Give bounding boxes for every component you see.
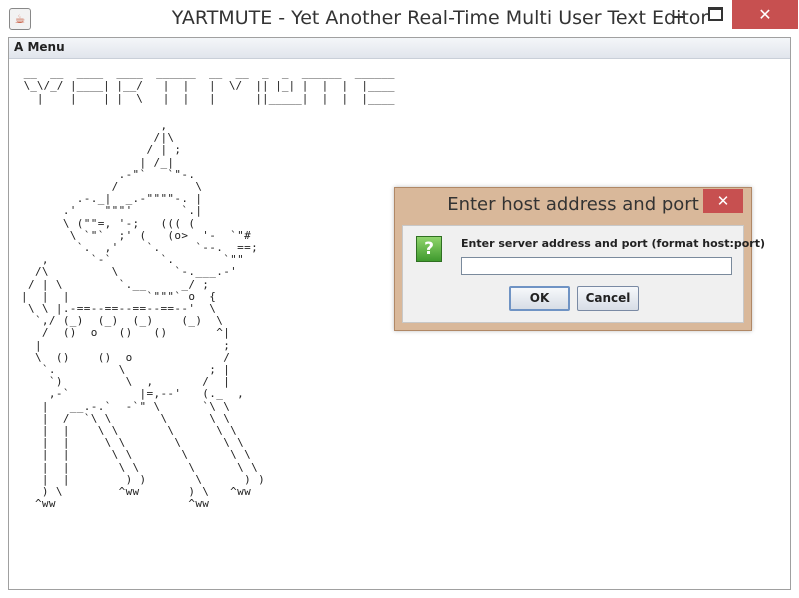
question-icon: ? [416,236,442,262]
java-coffee-icon[interactable]: ☕ [9,8,31,30]
deer-ascii-art: , /|\ / | ; | /_| .-"` `"-. / \ .-._| _.… [21,119,266,511]
maximize-button[interactable] [698,0,732,29]
dialog-body: ? Enter server address and port (format … [402,225,765,323]
menu-bar: A Menu [9,38,790,59]
window-titlebar: ☕ YARTMUTE - Yet Another Real-Time Multi… [0,0,799,37]
host-port-input[interactable] [461,257,732,275]
menu-a-menu[interactable]: A Menu [14,40,65,54]
dialog-prompt: Enter server address and port (format ho… [461,237,766,250]
dialog-close-button[interactable]: ✕ [703,189,743,213]
close-button[interactable]: ✕ [732,0,798,29]
cancel-button[interactable]: Cancel [577,286,639,311]
close-icon: ✕ [758,5,772,24]
minimize-button[interactable] [662,0,696,29]
maximize-icon [707,7,723,21]
minimize-icon [673,16,685,18]
close-icon: ✕ [716,192,730,210]
window-title: YARTMUTE - Yet Another Real-Time Multi U… [171,7,709,29]
ok-button[interactable]: OK [509,286,570,311]
connect-dialog: Enter host address and port ✕ ? Enter se… [394,187,765,331]
yartmute-banner-art: __ __ ____ ____ ______ __ __ _ _ ______ … [23,66,395,105]
dialog-title: Enter host address and port [447,194,699,215]
